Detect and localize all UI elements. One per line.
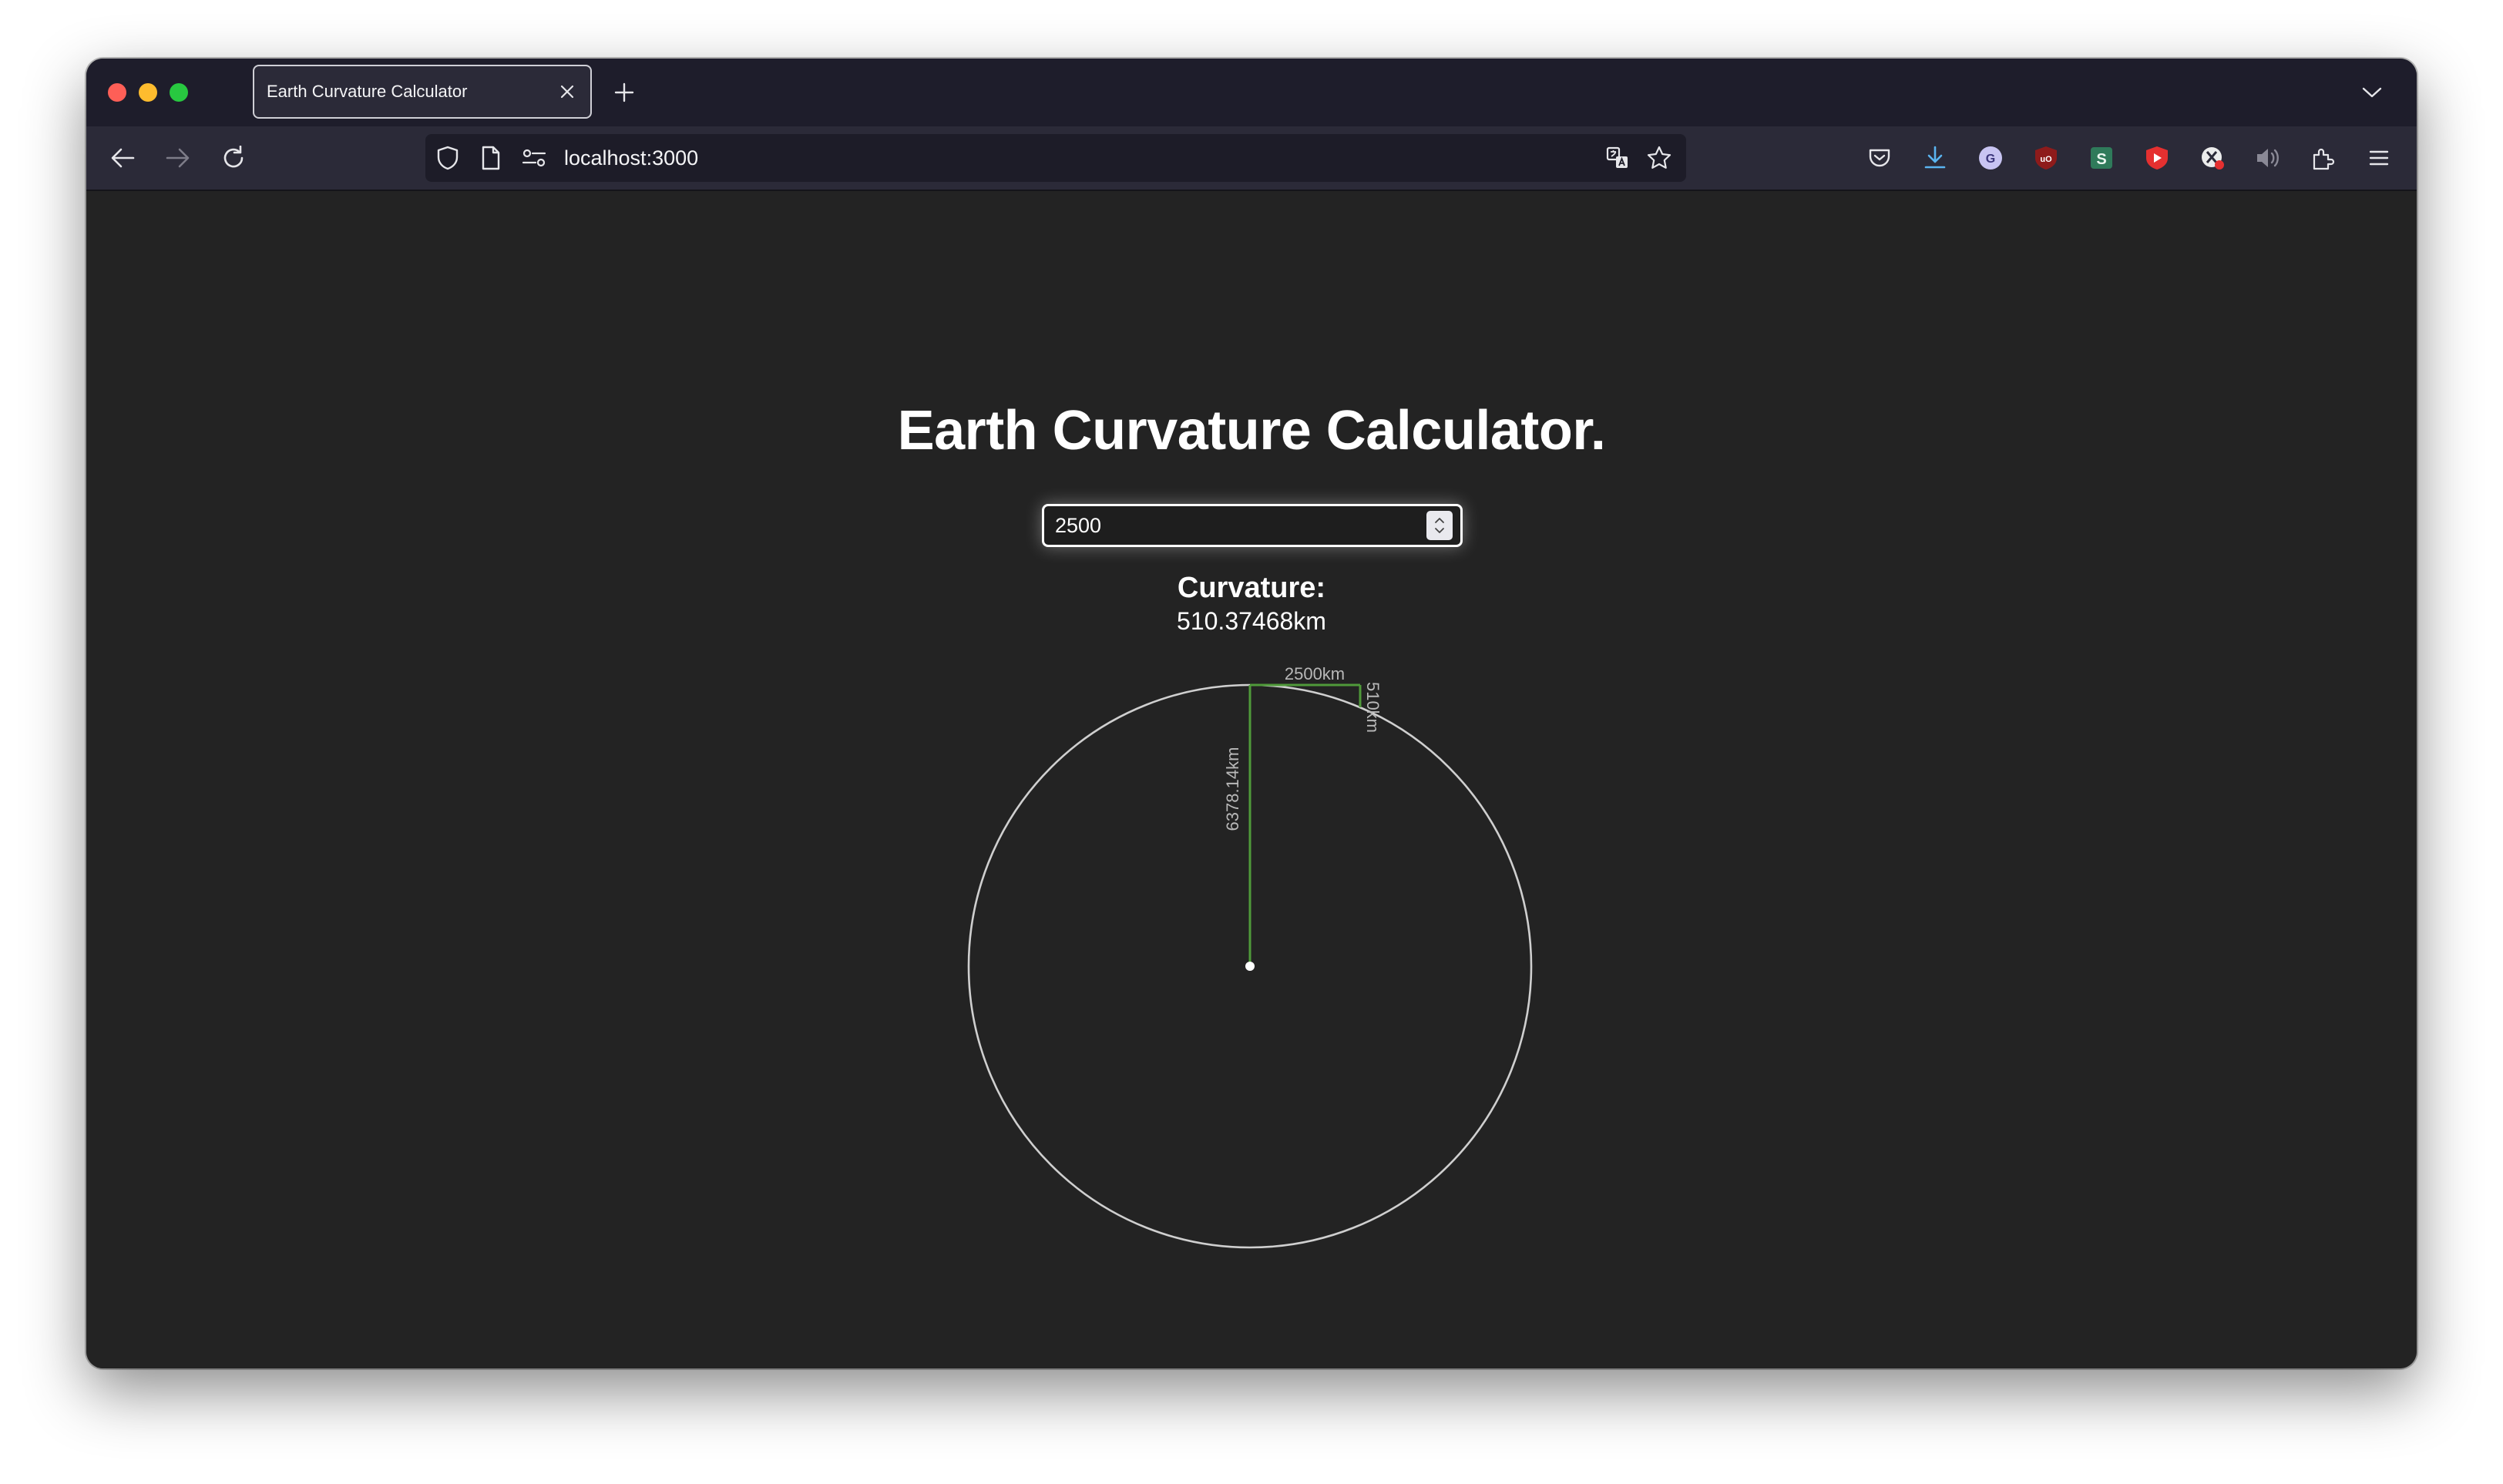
page-title: Earth Curvature Calculator. bbox=[897, 400, 1606, 462]
drop-label: 510km bbox=[1363, 682, 1383, 733]
pocket-icon[interactable] bbox=[1860, 139, 1899, 177]
translate-icon[interactable] bbox=[1603, 143, 1632, 173]
chevron-down-icon[interactable] bbox=[2355, 76, 2389, 109]
nav-toolbar: localhost:3000 G uO S bbox=[86, 126, 2417, 191]
tab-strip: Earth Curvature Calculator bbox=[86, 59, 2417, 126]
spinner-down-icon[interactable] bbox=[1435, 528, 1444, 533]
privacy-extension-icon[interactable] bbox=[2193, 139, 2232, 177]
star-icon[interactable] bbox=[1645, 143, 1674, 173]
permissions-icon[interactable] bbox=[519, 143, 549, 173]
svg-text:uO: uO bbox=[2040, 155, 2052, 164]
radius-label: 6378.14km bbox=[1223, 747, 1242, 831]
tab-active[interactable]: Earth Curvature Calculator bbox=[253, 65, 592, 119]
distance-label: 2500km bbox=[1285, 664, 1345, 683]
back-button[interactable] bbox=[103, 139, 142, 177]
page-icon[interactable] bbox=[476, 143, 506, 173]
earth-center-dot bbox=[1245, 962, 1255, 971]
maximize-window-button[interactable] bbox=[170, 83, 188, 102]
ublock-extension-icon[interactable]: uO bbox=[2027, 139, 2065, 177]
forward-button[interactable] bbox=[159, 139, 197, 177]
page-content: Earth Curvature Calculator. Curvature: 5… bbox=[86, 191, 2417, 1368]
distance-input-wrapper[interactable] bbox=[1042, 504, 1463, 547]
distance-input[interactable] bbox=[1044, 506, 1409, 545]
url-text[interactable]: localhost:3000 bbox=[564, 146, 698, 170]
s-extension-icon[interactable]: S bbox=[2082, 139, 2121, 177]
svg-text:G: G bbox=[1986, 153, 1995, 166]
puzzle-icon[interactable] bbox=[2304, 139, 2343, 177]
url-bar[interactable]: localhost:3000 bbox=[425, 134, 1686, 182]
svg-text:S: S bbox=[2096, 151, 2106, 168]
tab-title: Earth Curvature Calculator bbox=[267, 82, 468, 101]
speaker-icon[interactable] bbox=[2249, 139, 2287, 177]
shield-icon[interactable] bbox=[433, 143, 462, 173]
close-icon[interactable] bbox=[552, 76, 583, 107]
hamburger-menu-icon[interactable] bbox=[2360, 139, 2398, 177]
video-extension-icon[interactable] bbox=[2138, 139, 2176, 177]
spinner-up-icon[interactable] bbox=[1435, 518, 1444, 523]
close-window-button[interactable] bbox=[108, 83, 126, 102]
curvature-label: Curvature: bbox=[1177, 572, 1326, 604]
minimize-window-button[interactable] bbox=[139, 83, 157, 102]
earth-curvature-diagram: 6378.14km 2500km 510km bbox=[967, 664, 1533, 1249]
reload-button[interactable] bbox=[214, 139, 253, 177]
curvature-value: 510.37468km bbox=[1177, 607, 1326, 635]
number-spinner[interactable] bbox=[1426, 511, 1453, 540]
grammarly-extension-icon[interactable]: G bbox=[1971, 139, 2010, 177]
browser-window: Earth Curvature Calculator localhost:300… bbox=[86, 59, 2417, 1368]
download-icon[interactable] bbox=[1916, 139, 1954, 177]
new-tab-button[interactable] bbox=[607, 76, 641, 109]
